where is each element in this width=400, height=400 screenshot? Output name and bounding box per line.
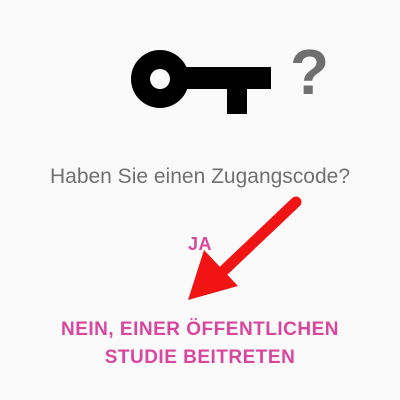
join-public-study-label-line2: STUDIE BEITRETEN [104,347,296,368]
hero-illustration: ? [0,18,400,118]
question-mark: ? [290,36,330,108]
join-public-study-button[interactable]: NEIN, EINER ÖFFENTLICHEN STUDIE BEITRETE… [0,316,400,372]
access-code-screen: ? Haben Sie einen Zugangscode? JA NEIN, … [0,0,400,400]
access-code-question: Haben Sie einen Zugangscode? [49,165,351,188]
yes-button[interactable]: JA [0,231,400,257]
join-public-study-label-line1: NEIN, EINER ÖFFENTLICHEN [60,319,339,340]
key-icon [131,50,271,114]
